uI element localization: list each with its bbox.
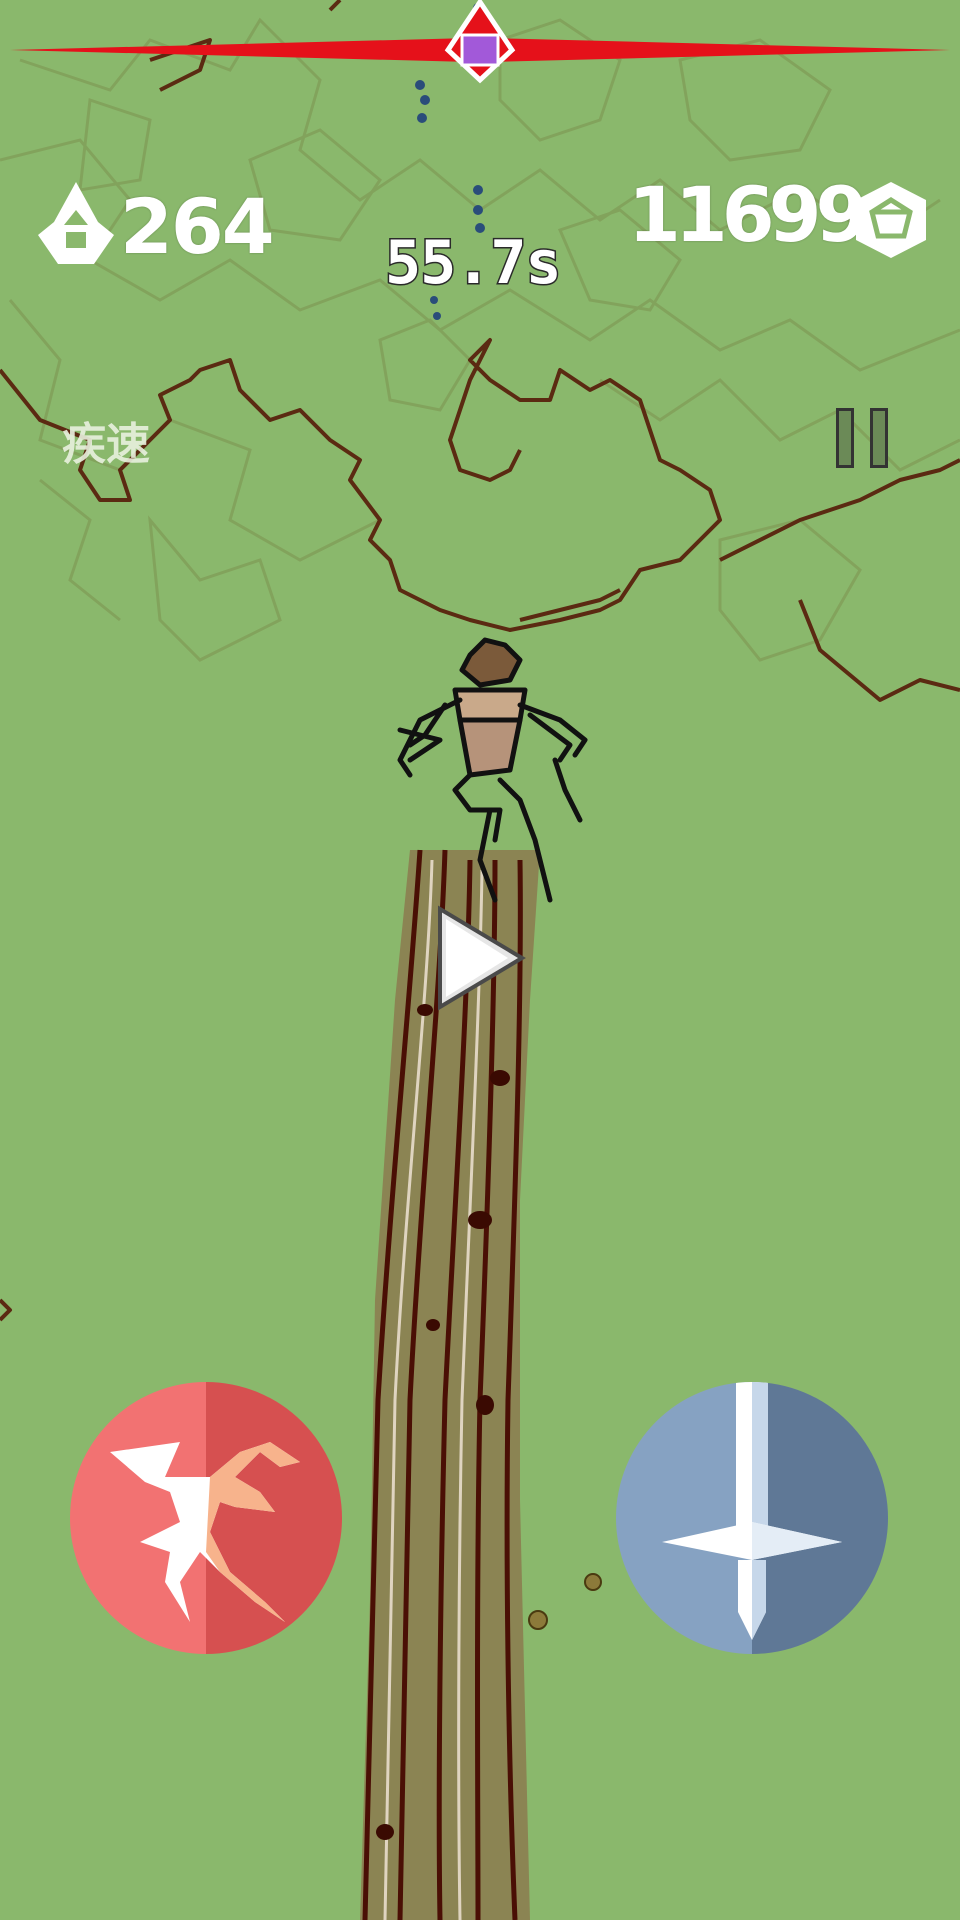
pause-button[interactable]	[832, 408, 892, 470]
pause-icon	[836, 408, 854, 468]
pause-icon	[870, 408, 888, 468]
dash-button[interactable]	[70, 1382, 342, 1654]
play-icon	[438, 905, 526, 1011]
dash-ninja-icon	[110, 1442, 300, 1622]
progress-marker-icon	[444, 0, 516, 84]
shuriken-count: 264	[120, 182, 275, 271]
run-timer: 55.7s	[384, 227, 564, 300]
coin-count: 11699	[628, 170, 868, 259]
hex-coin-icon	[856, 182, 926, 258]
coin-icon-wrap	[852, 180, 932, 260]
speed-label: 疾速	[62, 419, 150, 470]
attack-button[interactable]	[616, 1382, 888, 1654]
sword-icon	[662, 1382, 842, 1640]
play-button[interactable]	[432, 905, 528, 1011]
debris	[528, 1573, 602, 1630]
level-progress-bar	[0, 0, 960, 100]
canopy-background	[0, 17, 960, 662]
shuriken-icon	[38, 182, 114, 264]
shuriken-counter	[36, 180, 126, 270]
